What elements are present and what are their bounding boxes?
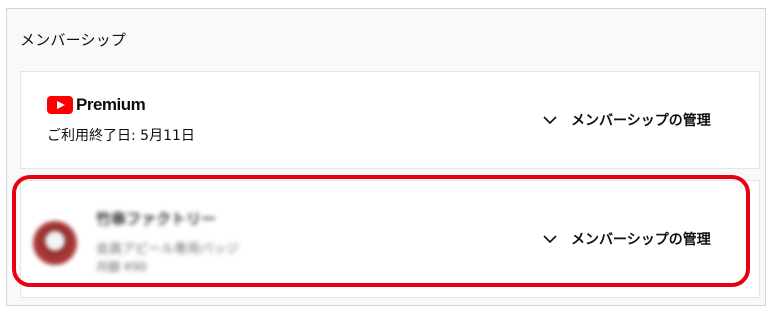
- youtube-logo-icon: [47, 96, 73, 114]
- chevron-down-icon: [543, 234, 557, 243]
- membership-price: 月額 ¥90: [96, 260, 147, 274]
- youtube-premium-logo: Premium: [47, 95, 146, 114]
- channel-name: 竹串ファクトリー: [96, 210, 217, 228]
- memberships-panel: メンバーシップ Premium ご利用終了日: 5月11日 メンバーシップの管理…: [6, 8, 766, 306]
- premium-logo-text: Premium: [76, 95, 146, 114]
- premium-membership-card: Premium ご利用終了日: 5月11日 メンバーシップの管理: [20, 71, 760, 169]
- premium-manage-label: メンバーシップの管理: [571, 113, 711, 129]
- channel-manage-label: メンバーシップの管理: [571, 232, 711, 248]
- premium-end-date: ご利用終了日: 5月11日: [47, 128, 195, 144]
- channel-membership-card: 竹串ファクトリー 会員アピール専用バッジ 月額 ¥90 メンバーシップの管理: [20, 180, 760, 298]
- membership-tier: 会員アピール専用バッジ: [96, 242, 240, 257]
- channel-manage-button[interactable]: メンバーシップの管理: [543, 229, 711, 249]
- chevron-down-icon: [543, 115, 557, 124]
- channel-avatar: [33, 221, 77, 265]
- section-title: メンバーシップ: [20, 31, 127, 49]
- premium-manage-button[interactable]: メンバーシップの管理: [543, 110, 711, 130]
